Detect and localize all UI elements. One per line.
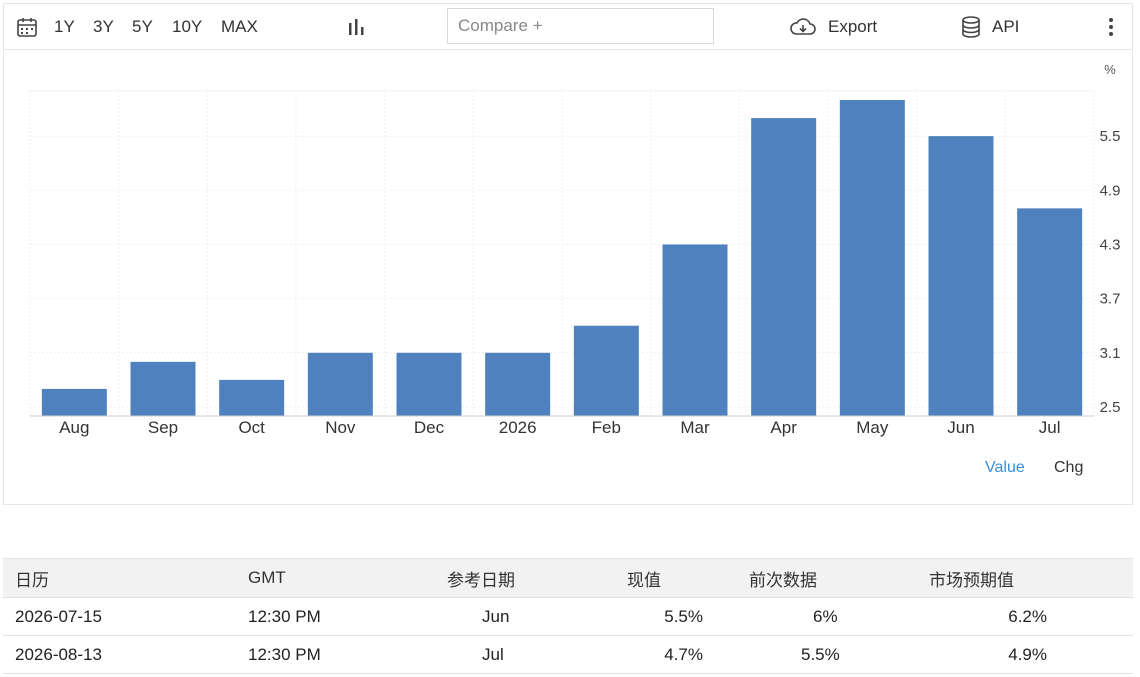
y-tick-label: 4.9 (1100, 182, 1121, 199)
toggle-value[interactable]: Value (985, 459, 1025, 477)
bar[interactable] (396, 352, 462, 416)
cell-date: 2026-08-13 (3, 635, 236, 674)
bar-chart: Aug Sep Oct Nov Dec 2026 Feb Mar Apr May Jun Jul 2.… (29, 62, 1121, 437)
range-10y[interactable]: 10Y (172, 17, 202, 37)
col-actual: 现值 (615, 558, 737, 598)
col-previous: 前次数据 (737, 558, 917, 598)
more-vertical-icon[interactable] (1107, 17, 1115, 42)
bar[interactable] (485, 352, 551, 416)
y-tick-label: 5.5 (1100, 128, 1121, 145)
cell-previous: 5.5% (737, 635, 917, 674)
x-tick-label: Oct (238, 418, 265, 437)
table-row: 2026-07-15 12:30 PM Jun 5.5% 6% 6.2% (3, 597, 1133, 636)
compare-input[interactable] (448, 9, 713, 43)
bar[interactable] (573, 325, 639, 416)
unit-label: % (1104, 62, 1116, 77)
y-tick-label: 2.5 (1100, 399, 1121, 416)
x-tick-label: Jun (947, 418, 974, 437)
api-button[interactable]: API (992, 17, 1019, 37)
cell-consensus: 6.2% (917, 597, 1133, 636)
cloud-download-icon[interactable] (789, 16, 817, 43)
table-row: 2026-08-13 12:30 PM Jul 4.7% 5.5% 4.9% (3, 635, 1133, 674)
export-button[interactable]: Export (828, 17, 877, 37)
y-tick-label: 4.3 (1100, 236, 1121, 253)
x-tick-label: Dec (414, 418, 445, 437)
toggle-chg[interactable]: Chg (1054, 459, 1083, 477)
x-tick-label: Sep (148, 418, 178, 437)
x-tick-label: Apr (770, 418, 797, 437)
x-tick-label: Feb (592, 418, 621, 437)
bar[interactable] (307, 352, 373, 416)
calendar-icon[interactable] (16, 16, 38, 43)
x-tick-label: May (856, 418, 889, 437)
cell-gmt: 12:30 PM (236, 635, 435, 674)
cell-actual: 5.5% (615, 597, 737, 636)
range-3y[interactable]: 3Y (93, 17, 114, 37)
col-reference: 参考日期 (435, 558, 615, 598)
x-tick-label: 2026 (499, 418, 537, 437)
bar[interactable] (219, 379, 285, 416)
cell-date: 2026-07-15 (3, 597, 236, 636)
cell-reference: Jul (435, 635, 615, 674)
col-calendar: 日历 (3, 558, 236, 598)
bar[interactable] (839, 100, 905, 417)
x-tick-label: Jul (1039, 418, 1061, 437)
y-tick-label: 3.7 (1100, 291, 1121, 308)
chart-toolbar: 1Y 3Y 5Y 10Y MAX Export API (3, 3, 1133, 50)
col-consensus: 市场预期值 (917, 558, 1133, 598)
cell-actual: 4.7% (615, 635, 737, 674)
bar[interactable] (751, 118, 817, 416)
col-gmt: GMT (236, 558, 435, 598)
database-icon[interactable] (960, 15, 982, 44)
x-tick-label: Mar (680, 418, 710, 437)
cell-gmt: 12:30 PM (236, 597, 435, 636)
cell-reference: Jun (435, 597, 615, 636)
cell-previous: 6% (737, 597, 917, 636)
range-5y[interactable]: 5Y (132, 17, 153, 37)
bar-chart-icon[interactable] (347, 17, 367, 42)
calendar-table: 日历 GMT 参考日期 现值 前次数据 市场预期值 2026-07-15 12:… (3, 558, 1133, 674)
bar[interactable] (130, 361, 196, 416)
x-tick-label: Aug (59, 418, 89, 437)
bar[interactable] (928, 136, 994, 416)
x-tick-label: Nov (325, 418, 356, 437)
bar[interactable] (1017, 208, 1083, 416)
bar[interactable] (41, 388, 107, 416)
bar[interactable] (662, 244, 728, 416)
cell-consensus: 4.9% (917, 635, 1133, 674)
y-tick-label: 3.1 (1100, 345, 1121, 362)
calendar-header-row: 日历 GMT 参考日期 现值 前次数据 市场预期值 (3, 558, 1133, 598)
range-max[interactable]: MAX (221, 17, 258, 37)
range-1y[interactable]: 1Y (54, 17, 75, 37)
compare-field[interactable] (447, 8, 714, 44)
